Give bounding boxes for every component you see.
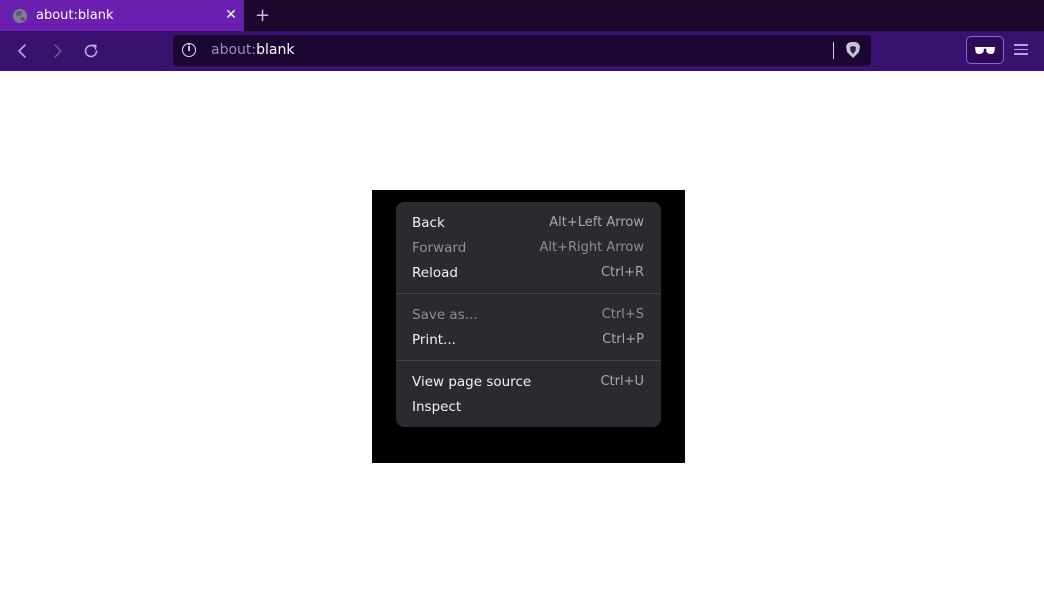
hamburger-menu-icon[interactable] [1014, 41, 1030, 57]
reload-icon [84, 44, 98, 58]
menu-item-shortcut: Ctrl+S [601, 307, 644, 322]
menu-item-label: Forward [412, 239, 467, 256]
menu-item-label: Reload [412, 264, 458, 281]
menu-divider [396, 293, 661, 294]
tab-close-icon[interactable]: ✕ [224, 8, 238, 22]
globe-icon [13, 8, 27, 23]
menu-item-save-as[interactable]: Save as... Ctrl+S [396, 302, 661, 327]
forward-arrow-icon [54, 44, 62, 58]
menu-item-shortcut: Ctrl+P [602, 332, 644, 347]
url-text[interactable]: about:blank [211, 42, 294, 58]
address-bar[interactable]: i about:blank [173, 35, 871, 66]
menu-item-label: Save as... [412, 306, 478, 323]
site-info-icon[interactable]: i [182, 43, 196, 57]
menu-item-label: View page source [412, 373, 532, 390]
menu-item-shortcut: Ctrl+U [600, 374, 644, 389]
brave-shield-icon[interactable] [845, 41, 861, 59]
menu-item-shortcut: Alt+Left Arrow [549, 215, 644, 230]
private-window-icon [975, 47, 995, 54]
menu-item-shortcut: Alt+Right Arrow [539, 240, 644, 255]
private-window-button[interactable] [966, 36, 1004, 64]
tab-title: about:blank [36, 8, 114, 23]
menu-item-label: Inspect [412, 398, 462, 415]
menu-divider [396, 360, 661, 361]
tab-about-blank[interactable]: about:blank ✕ [0, 0, 244, 31]
context-menu: Back Alt+Left Arrow Forward Alt+Right Ar… [396, 202, 661, 427]
menu-item-view-page-source[interactable]: View page source Ctrl+U [396, 369, 661, 394]
forward-button[interactable] [47, 41, 67, 61]
menu-item-reload[interactable]: Reload Ctrl+R [396, 260, 661, 285]
url-host: blank [256, 42, 295, 58]
back-button[interactable] [13, 41, 33, 61]
url-divider [833, 42, 834, 59]
menu-item-label: Back [412, 214, 445, 231]
url-scheme: about: [211, 42, 257, 58]
menu-item-back[interactable]: Back Alt+Left Arrow [396, 210, 661, 235]
new-tab-button[interactable]: + [255, 7, 270, 25]
back-arrow-icon [18, 44, 26, 58]
reload-button[interactable] [81, 41, 101, 61]
menu-item-inspect[interactable]: Inspect [396, 394, 661, 419]
menu-item-forward[interactable]: Forward Alt+Right Arrow [396, 235, 661, 260]
menu-item-label: Print... [412, 331, 456, 348]
toolbar: i about:blank [0, 31, 1044, 71]
menu-item-shortcut: Ctrl+R [600, 265, 644, 280]
tab-strip: about:blank ✕ + [0, 0, 1044, 31]
menu-item-print[interactable]: Print... Ctrl+P [396, 327, 661, 352]
